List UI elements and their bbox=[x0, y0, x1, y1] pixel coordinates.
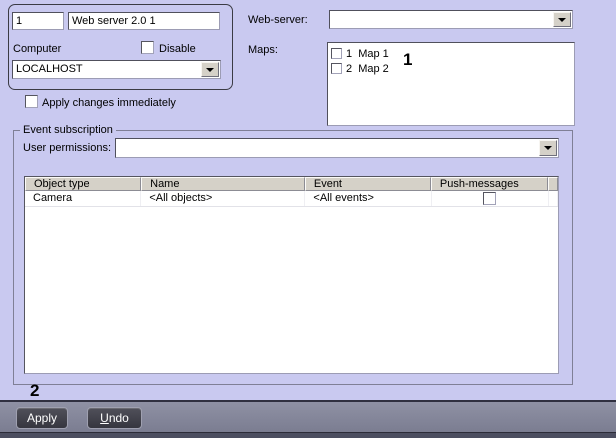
column-header-push-messages[interactable]: Push-messages bbox=[430, 177, 548, 191]
map-item-label: 1 Map 1 bbox=[346, 47, 389, 60]
event-subscription-group: Event subscription User permissions: Obj… bbox=[13, 124, 573, 385]
column-header-name[interactable]: Name bbox=[141, 177, 305, 191]
map-1-checkbox[interactable] bbox=[331, 48, 342, 59]
column-header-stub bbox=[548, 177, 558, 191]
event-subscription-table[interactable]: Object type Name Event Push-messages Cam… bbox=[24, 176, 559, 374]
map-2-checkbox[interactable] bbox=[331, 63, 342, 74]
apply-immediately-checkbox[interactable] bbox=[25, 95, 38, 108]
table-header-row: Object type Name Event Push-messages bbox=[25, 177, 558, 191]
table-row[interactable]: Camera <All objects> <All events> bbox=[25, 191, 558, 207]
disable-label: Disable bbox=[159, 43, 196, 55]
computer-label: Computer bbox=[13, 43, 62, 55]
disable-checkbox[interactable] bbox=[141, 41, 154, 54]
cell-object-type: Camera bbox=[25, 191, 142, 206]
web-server-settings-panel: 1 Web server 2.0 1 Computer Disable LOCA… bbox=[0, 0, 616, 438]
cell-event: <All events> bbox=[305, 191, 432, 206]
cell-push-messages bbox=[432, 191, 549, 206]
computer-select[interactable]: LOCALHOST bbox=[12, 60, 221, 79]
chevron-down-icon bbox=[544, 146, 552, 150]
identity-panel: 1 Web server 2.0 1 Computer Disable LOCA… bbox=[8, 4, 233, 90]
web-server-label: Web-server: bbox=[248, 14, 308, 26]
computer-dropdown-button[interactable] bbox=[201, 62, 219, 77]
maps-listbox[interactable]: 1 Map 1 2 Map 2 bbox=[327, 42, 575, 126]
undo-button-label-rest: ndo bbox=[108, 411, 129, 425]
map-list-item[interactable]: 1 Map 1 bbox=[328, 46, 574, 61]
push-messages-checkbox[interactable] bbox=[483, 192, 497, 205]
user-permissions-select[interactable] bbox=[115, 138, 559, 158]
user-permissions-label: User permissions: bbox=[23, 142, 112, 154]
undo-button[interactable]: Undo bbox=[87, 407, 142, 429]
column-header-object-type[interactable]: Object type bbox=[25, 177, 142, 191]
chevron-down-icon bbox=[558, 17, 566, 22]
cell-stub bbox=[549, 191, 558, 206]
user-permissions-dropdown-button[interactable] bbox=[539, 140, 557, 156]
footer-bottom-strip bbox=[0, 432, 616, 438]
event-subscription-title: Event subscription bbox=[20, 124, 116, 136]
column-header-event[interactable]: Event bbox=[304, 177, 431, 191]
cell-name: <All objects> bbox=[141, 191, 306, 206]
apply-button[interactable]: Apply bbox=[16, 407, 68, 429]
map-list-item[interactable]: 2 Map 2 bbox=[328, 61, 574, 76]
annotation-1: 1 bbox=[403, 50, 413, 69]
map-item-label: 2 Map 2 bbox=[346, 62, 389, 75]
undo-button-label-prefix: U bbox=[100, 411, 109, 425]
chevron-down-icon bbox=[206, 67, 214, 72]
web-server-dropdown-button[interactable] bbox=[553, 12, 571, 27]
maps-label: Maps: bbox=[248, 44, 278, 56]
annotation-2: 2 bbox=[30, 381, 40, 400]
name-field[interactable]: Web server 2.0 1 bbox=[68, 12, 220, 30]
id-field[interactable]: 1 bbox=[12, 12, 64, 30]
apply-immediately-label: Apply changes immediately bbox=[42, 97, 176, 109]
web-server-select[interactable] bbox=[329, 10, 573, 29]
computer-select-value: LOCALHOST bbox=[16, 63, 83, 75]
